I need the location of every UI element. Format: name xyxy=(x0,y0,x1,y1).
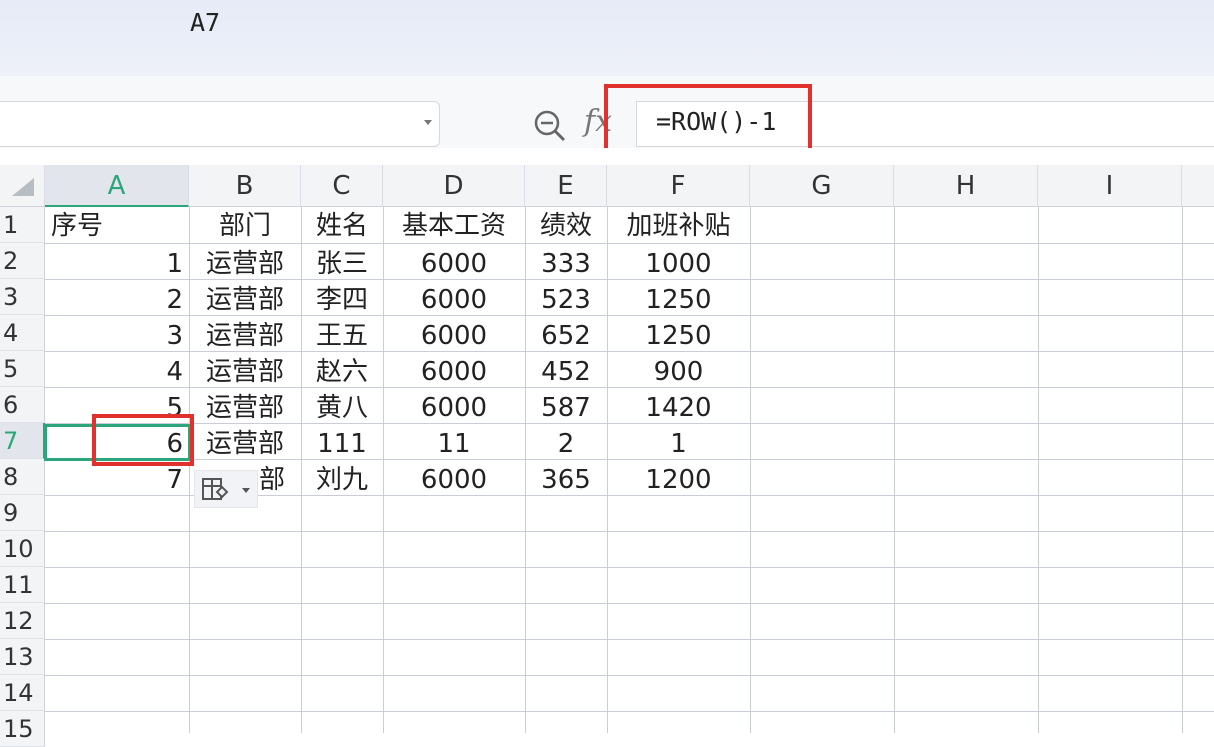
grid-line xyxy=(45,603,1214,604)
cell-e7[interactable]: 2 xyxy=(525,425,607,461)
column-header-g[interactable]: G xyxy=(750,165,894,207)
cell-a8[interactable]: 7 xyxy=(45,461,189,497)
toolbar-band xyxy=(0,0,1214,76)
cell-b8[interactable]: 部 xyxy=(259,461,301,497)
cell-b2[interactable]: 运营部 xyxy=(189,245,301,281)
row-header-7[interactable]: 7 xyxy=(0,423,45,459)
cell-c6[interactable]: 黄八 xyxy=(301,389,383,425)
column-header-h[interactable]: H xyxy=(894,165,1038,207)
row-header-2[interactable]: 2 xyxy=(0,243,45,279)
row-header-5[interactable]: 5 xyxy=(0,351,45,387)
cell-f4[interactable]: 1250 xyxy=(607,317,750,353)
cell-d4[interactable]: 6000 xyxy=(383,317,525,353)
cell-f2[interactable]: 1000 xyxy=(607,245,750,281)
formula-highlight-box xyxy=(604,84,812,155)
grid-line xyxy=(1182,207,1183,733)
column-header-d[interactable]: D xyxy=(383,165,525,207)
cell-a4[interactable]: 3 xyxy=(45,317,189,353)
cell-a5[interactable]: 4 xyxy=(45,353,189,389)
cell-c5[interactable]: 赵六 xyxy=(301,353,383,389)
cell-b1[interactable]: 部门 xyxy=(189,207,301,243)
cell-d6[interactable]: 6000 xyxy=(383,389,525,425)
grid-line xyxy=(750,207,751,733)
cell-c7[interactable]: 111 xyxy=(301,425,383,461)
row-header-14[interactable]: 14 xyxy=(0,675,45,711)
cell-a1[interactable]: 序号 xyxy=(45,207,189,243)
zoom-formula-icon[interactable] xyxy=(532,108,568,144)
row-header-12[interactable]: 12 xyxy=(0,603,45,639)
cell-c2[interactable]: 张三 xyxy=(301,245,383,281)
cell-c8[interactable]: 刘九 xyxy=(301,461,383,497)
cell-d1[interactable]: 基本工资 xyxy=(383,207,525,243)
row-header-9[interactable]: 9 xyxy=(0,495,45,531)
cell-d7[interactable]: 11 xyxy=(383,425,525,461)
grid-line xyxy=(45,675,1214,676)
cell-b6[interactable]: 运营部 xyxy=(189,389,301,425)
cell-e3[interactable]: 523 xyxy=(525,281,607,317)
cell-b4[interactable]: 运营部 xyxy=(189,317,301,353)
column-header-c[interactable]: C xyxy=(301,165,383,207)
cell-f1[interactable]: 加班补贴 xyxy=(607,207,750,243)
name-box[interactable] xyxy=(0,101,440,147)
grid-line xyxy=(894,207,895,733)
row-header-10[interactable]: 10 xyxy=(0,531,45,567)
name-box-dropdown-icon[interactable] xyxy=(424,120,432,125)
cell-c4[interactable]: 王五 xyxy=(301,317,383,353)
cell-d2[interactable]: 6000 xyxy=(383,245,525,281)
grid-line xyxy=(45,243,1214,244)
grid-line xyxy=(45,531,1214,532)
cell-f3[interactable]: 1250 xyxy=(607,281,750,317)
cell-f6[interactable]: 1420 xyxy=(607,389,750,425)
cell-highlight-box xyxy=(92,414,194,466)
cell-d3[interactable]: 6000 xyxy=(383,281,525,317)
cell-f7[interactable]: 1 xyxy=(607,425,750,461)
row-header-6[interactable]: 6 xyxy=(0,387,45,423)
name-box-value: A7 xyxy=(190,8,221,37)
cell-d5[interactable]: 6000 xyxy=(383,353,525,389)
column-header-f[interactable]: F xyxy=(607,165,750,207)
cell-b3[interactable]: 运营部 xyxy=(189,281,301,317)
cell-e5[interactable]: 452 xyxy=(525,353,607,389)
grid-line xyxy=(45,711,1214,712)
row-header-3[interactable]: 3 xyxy=(0,279,45,315)
select-all-triangle-icon xyxy=(12,178,34,196)
cell-d8[interactable]: 6000 xyxy=(383,461,525,497)
autofill-options-icon xyxy=(202,478,229,500)
column-header-b[interactable]: B xyxy=(189,165,301,207)
cell-c1[interactable]: 姓名 xyxy=(301,207,383,243)
cell-a3[interactable]: 2 xyxy=(45,281,189,317)
grid-line xyxy=(1038,207,1039,733)
cell-b5[interactable]: 运营部 xyxy=(189,353,301,389)
cell-e6[interactable]: 587 xyxy=(525,389,607,425)
column-header-e[interactable]: E xyxy=(525,165,607,207)
cell-f5[interactable]: 900 xyxy=(607,353,750,389)
row-header-1[interactable]: 1 xyxy=(0,207,45,243)
cell-e2[interactable]: 333 xyxy=(525,245,607,281)
row-header-11[interactable]: 11 xyxy=(0,567,45,603)
row-header-8[interactable]: 8 xyxy=(0,459,45,495)
cell-e8[interactable]: 365 xyxy=(525,461,607,497)
row-header-4[interactable]: 4 xyxy=(0,315,45,351)
column-header-a[interactable]: A xyxy=(45,165,189,207)
cell-e4[interactable]: 652 xyxy=(525,317,607,353)
cell-f8[interactable]: 1200 xyxy=(607,461,750,497)
grid-line xyxy=(45,567,1214,568)
row-header-15[interactable]: 15 xyxy=(0,711,45,747)
cell-b7[interactable]: 运营部 xyxy=(189,425,301,461)
column-header-partial[interactable] xyxy=(1182,165,1214,207)
cell-a2[interactable]: 1 xyxy=(45,245,189,281)
column-header-i[interactable]: I xyxy=(1038,165,1182,207)
grid-line xyxy=(45,639,1214,640)
cell-e1[interactable]: 绩效 xyxy=(525,207,607,243)
chevron-down-icon xyxy=(242,488,250,493)
cell-c3[interactable]: 李四 xyxy=(301,281,383,317)
row-header-13[interactable]: 13 xyxy=(0,639,45,675)
